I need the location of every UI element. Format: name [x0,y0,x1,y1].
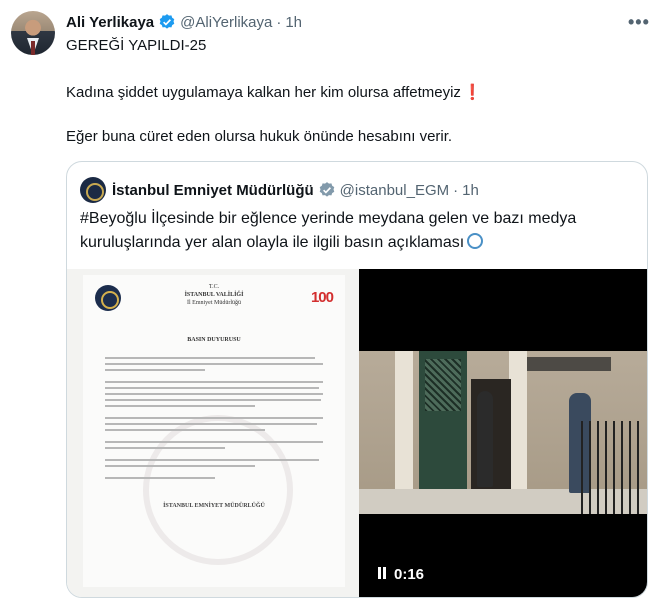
document-header-line-1: T.C. [208,284,220,290]
quoted-tweet-header: İstanbul Emniyet Müdürlüğü @istanbul_EGM… [112,180,479,200]
document-signature: İSTANBUL EMNİYET MÜDÜRLÜĞÜ [163,503,265,509]
video-duration: 0:16 [394,566,425,583]
quoted-author-avatar[interactable] [80,177,106,203]
tweet-text-line-3: Eğer buna cüret eden olursa hukuk önünde… [66,128,453,145]
more-icon[interactable]: ••• [628,12,650,33]
quoted-tweet-text: #Beyoğlu İlçesinde bir eğlence yerinde m… [80,207,640,255]
quoted-verified-badge-icon [319,182,334,197]
quoted-tweet[interactable]: İstanbul Emniyet Müdürlüğü @istanbul_EGM… [66,161,648,598]
quoted-tweet-text-content: #Beyoğlu İlçesinde bir eğlence yerinde m… [80,210,577,251]
post-time[interactable]: 1h [285,14,302,31]
video-player[interactable]: 0:16 [359,269,647,597]
doc-text-line [105,393,323,395]
document-title: BASIN DUYURUSU [187,337,241,343]
tweet-text-line-2: Kadına şiddet uygulamaya kalkan her kim … [66,83,482,103]
press-release-image[interactable]: 100 T.C. İSTANBUL VALİLİĞİ İl Emniyet Mü… [67,269,359,597]
quoted-post-time[interactable]: 1h [462,182,479,199]
tweet-text-line-1: GEREĞİ YAPILDI-25 [66,37,207,54]
fence [581,421,643,514]
pause-icon[interactable] [378,566,388,583]
document-header-line-3: İl Emniyet Müdürlüğü [187,300,241,306]
doc-text-line [105,357,315,359]
document-watermark [143,415,293,565]
video-controls[interactable]: 0:16 [378,566,424,583]
doc-text-line [105,447,225,449]
document-header: T.C. İSTANBUL VALİLİĞİ İl Emniyet Müdürl… [83,283,345,307]
doc-text-line [105,429,265,431]
doc-text-line [105,417,323,419]
doc-text-line [105,399,321,401]
author-avatar[interactable] [11,11,55,55]
separator-dot: · [276,13,282,31]
author-name[interactable]: Ali Yerlikaya [66,14,154,31]
exclamation-emoji-icon: ❗ [462,84,482,101]
verified-badge-icon [159,14,175,29]
doc-text-line [105,465,255,467]
video-frame [359,351,647,514]
quoted-author-handle[interactable]: @istanbul_EGM [340,182,449,199]
doc-text-line [105,381,323,383]
doc-text-line [105,369,205,371]
doc-text-line [105,387,319,389]
doc-text-line [105,405,255,407]
doc-text-line [105,423,317,425]
author-handle[interactable]: @AliYerlikaya [180,14,272,31]
document-page: 100 T.C. İSTANBUL VALİLİĞİ İl Emniyet Mü… [83,275,345,587]
magnifier-emoji-icon [467,233,484,249]
document-header-line-2: İSTANBUL VALİLİĞİ [184,292,244,298]
police-station-sign [527,357,611,371]
doc-text-line [105,459,319,461]
tweet-header: Ali Yerlikaya @AliYerlikaya · 1h [66,12,302,32]
tweet-text-line-2-content: Kadına şiddet uygulamaya kalkan her kim … [66,84,461,101]
quoted-author-name[interactable]: İstanbul Emniyet Müdürlüğü [112,182,314,199]
doc-text-line [105,477,215,479]
doc-text-line [105,363,323,365]
tweet: Ali Yerlikaya @AliYerlikaya · 1h ••• GER… [0,0,667,613]
quoted-separator-dot: · [453,181,459,199]
doc-text-line [105,441,323,443]
person-figure [477,391,493,487]
